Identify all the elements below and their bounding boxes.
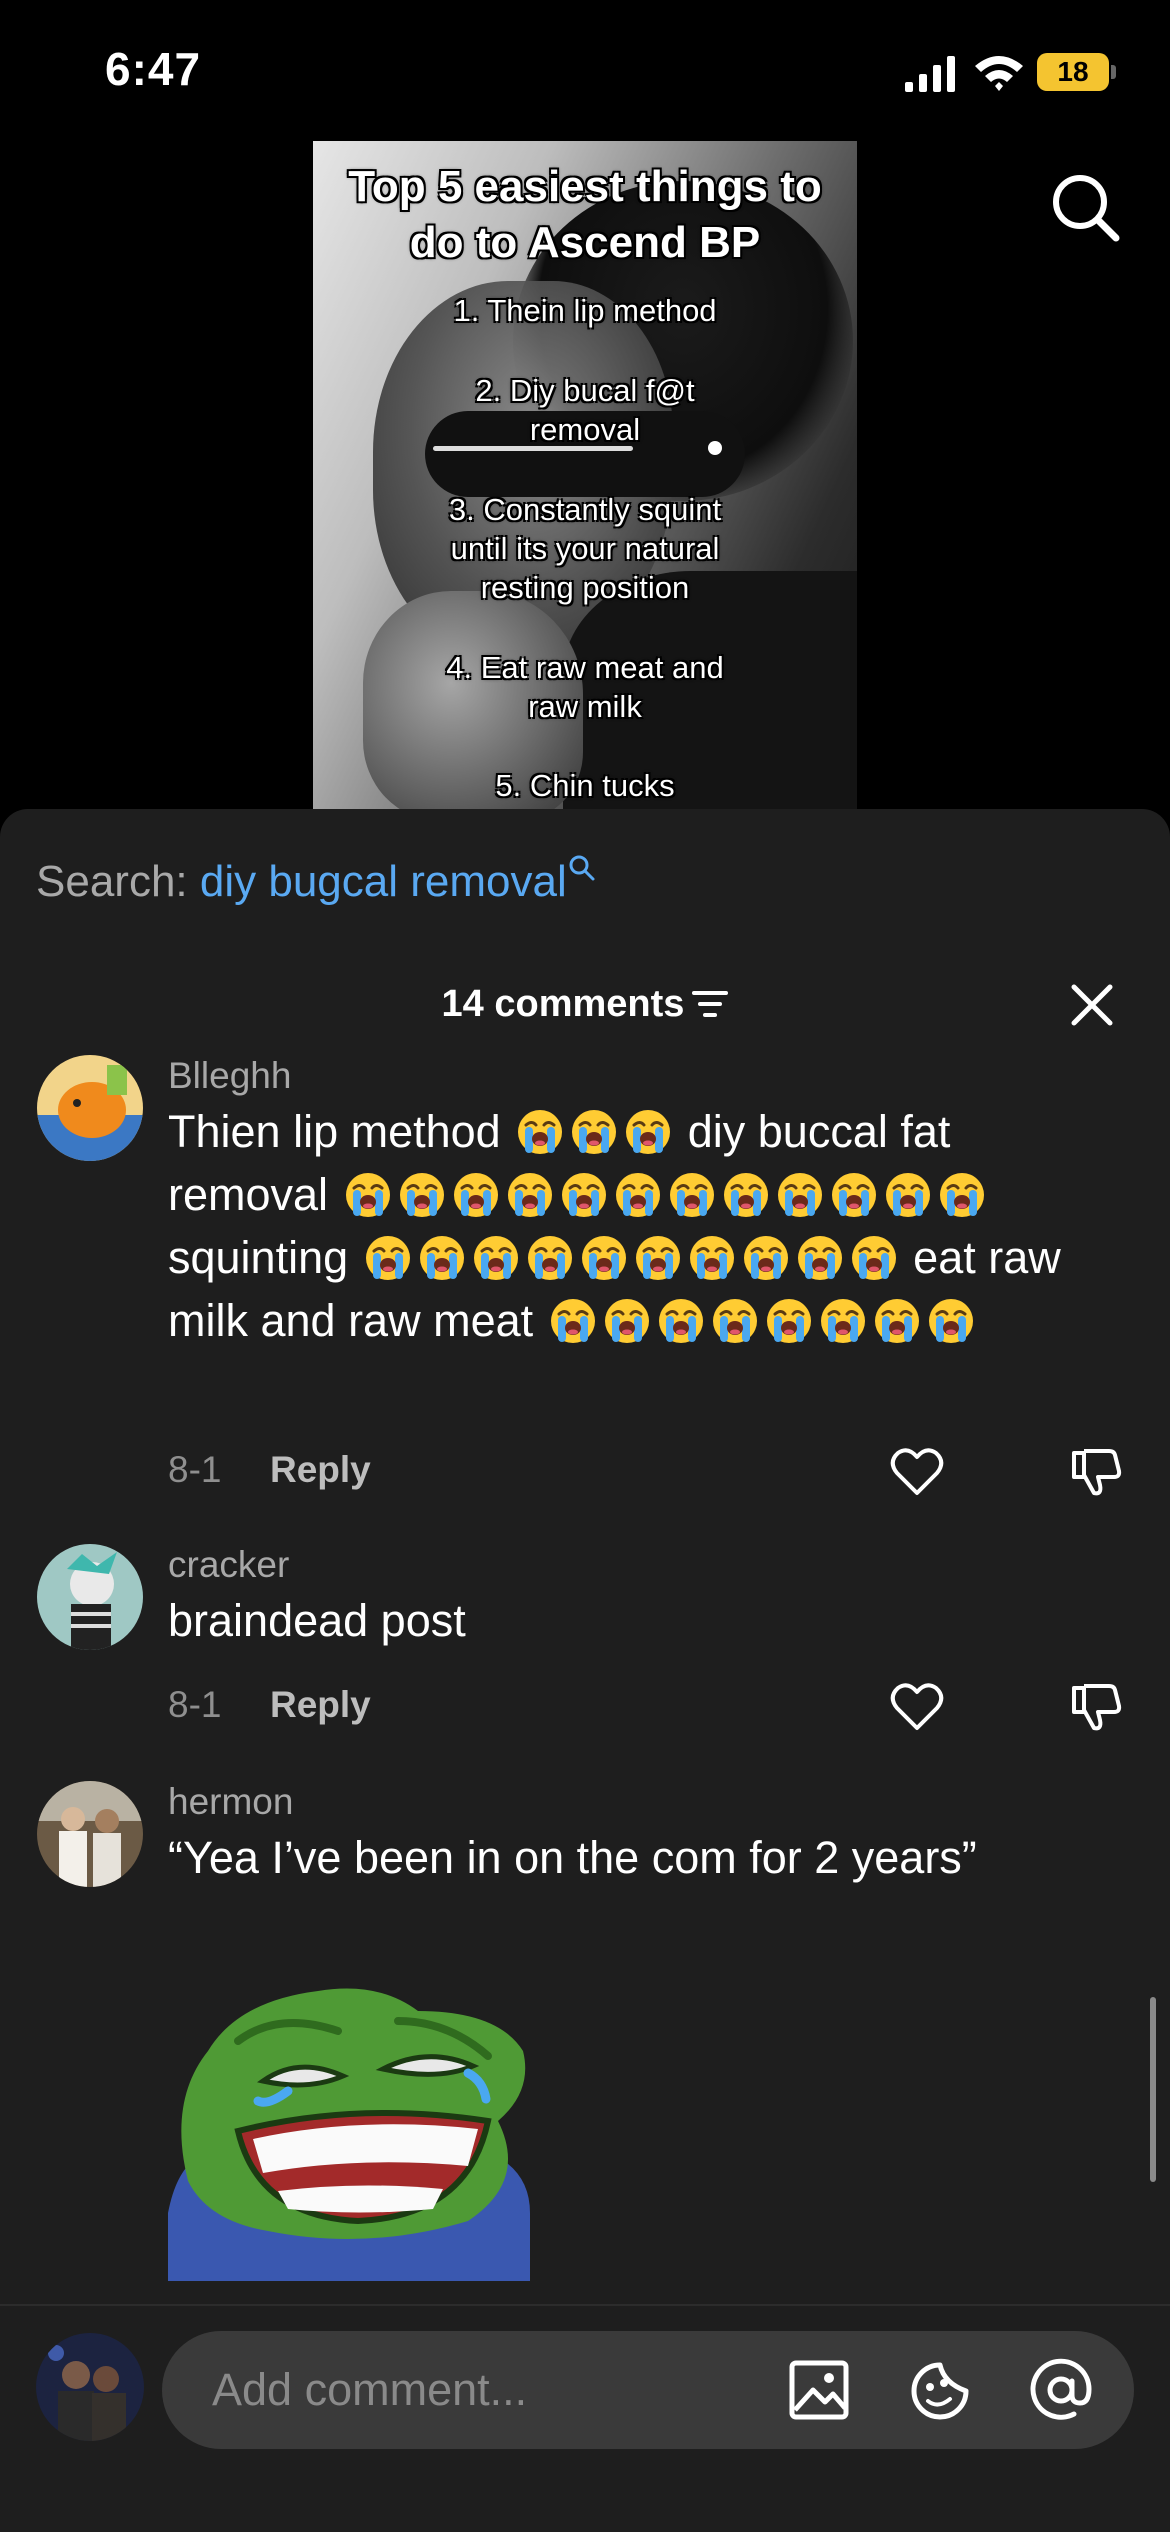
crying-emoji [850,1234,898,1282]
comment-input-bar [0,2304,1170,2532]
crying-emoji [711,1297,759,1345]
crying-emoji [668,1171,716,1219]
heart-icon[interactable] [890,1447,944,1497]
sticker-icon[interactable] [908,2359,972,2423]
crying-emoji [603,1297,651,1345]
emoji-run [361,1232,901,1283]
comment-text: Thien lip method diy buccal fat removal … [168,1100,1108,1352]
crying-emoji [830,1171,878,1219]
crying-emoji [873,1297,921,1345]
comment-text: braindead post [168,1595,466,1646]
crying-emoji [634,1234,682,1282]
crying-emoji [938,1171,986,1219]
close-icon[interactable] [1068,981,1116,1029]
crying-emoji [742,1234,790,1282]
comment-date: 8-1 [168,1684,222,1725]
comment-date: 8-1 [168,1449,222,1490]
comments-count[interactable]: 14 comments [0,969,1170,1039]
battery-cap [1111,65,1116,79]
crying-emoji [516,1108,564,1156]
comment-field[interactable] [162,2331,1134,2449]
crying-emoji [418,1234,466,1282]
search-suggestion[interactable]: Search: diy bugcal removal [36,855,597,907]
crying-emoji [796,1234,844,1282]
mention-icon[interactable] [1028,2357,1094,2423]
reply-button[interactable]: Reply [270,1684,371,1726]
crying-emoji [688,1234,736,1282]
dislike-icon[interactable] [1070,1445,1124,1499]
video-thumbnail[interactable]: Top 5 easiest things to do to Ascend BP … [313,141,857,809]
comments-count-label: 14 comments [441,983,685,1025]
crying-emoji [506,1171,554,1219]
status-bar: 6:47 18 [0,0,1170,140]
crying-emoji [776,1171,824,1219]
cellular-signal-icon [905,56,955,92]
crying-emoji [560,1171,608,1219]
search-mini-icon [569,855,595,881]
heart-icon[interactable] [890,1682,944,1732]
crying-emoji [624,1108,672,1156]
comment-text: “Yea I’ve been in on the com for 2 years… [168,1832,977,1883]
comment-input[interactable] [212,2331,812,2449]
comment-username[interactable]: hermon [168,1781,293,1823]
battery-level: 18 [1037,53,1109,91]
emoji-run [546,1295,978,1346]
crying-laughing-frog-sticker[interactable] [168,1981,530,2281]
crying-emoji [884,1171,932,1219]
avatar[interactable] [37,1781,143,1887]
my-avatar[interactable] [36,2333,144,2441]
crying-emoji [580,1234,628,1282]
search-icon[interactable] [1050,172,1122,244]
comments-sheet: Search: diy bugcal removal 14 comments B… [0,809,1170,2532]
crying-emoji [398,1171,446,1219]
crying-emoji [364,1234,412,1282]
crying-emoji [472,1234,520,1282]
comments-header: 14 comments [0,969,1170,1039]
comment-username[interactable]: Blleghh [168,1055,291,1097]
emoji-run [341,1169,989,1220]
crying-emoji [452,1171,500,1219]
status-time: 6:47 [105,43,202,95]
crying-emoji [722,1171,770,1219]
crying-emoji [927,1297,975,1345]
emoji-run [513,1106,675,1157]
video-item-5: 5. Chin tucks [495,768,675,803]
crying-emoji [819,1297,867,1345]
crying-emoji [549,1297,597,1345]
comment-segment: Thien lip method [168,1106,501,1157]
video-item-1: 1. Thein lip method [453,293,717,328]
crying-emoji [765,1297,813,1345]
video-item-3: 3. Constantly squint until its your natu… [448,492,722,605]
crying-emoji [657,1297,705,1345]
battery-indicator: 18 [1037,53,1117,91]
comment-username[interactable]: cracker [168,1544,289,1586]
video-title: Top 5 easiest things to do to Ascend BP [348,162,822,267]
crying-emoji [526,1234,574,1282]
search-suggestion-term[interactable]: diy bugcal removal [200,857,567,906]
reply-button[interactable]: Reply [270,1449,371,1491]
comment-segment: squinting [168,1232,349,1283]
video-item-4: 4. Eat raw meat and raw milk [446,650,724,724]
wifi-icon [975,56,1023,91]
crying-emoji [570,1108,618,1156]
video-item-2: 2. Diy bucal f@t removal [475,373,695,447]
avatar[interactable] [37,1055,143,1161]
image-icon[interactable] [789,2360,849,2420]
crying-emoji [344,1171,392,1219]
dislike-icon[interactable] [1070,1680,1124,1734]
crying-emoji [614,1171,662,1219]
scrollbar[interactable] [1150,1997,1156,2182]
search-suggestion-prefix: Search: [36,857,200,906]
filter-icon[interactable] [692,989,729,1019]
avatar[interactable] [37,1544,143,1650]
